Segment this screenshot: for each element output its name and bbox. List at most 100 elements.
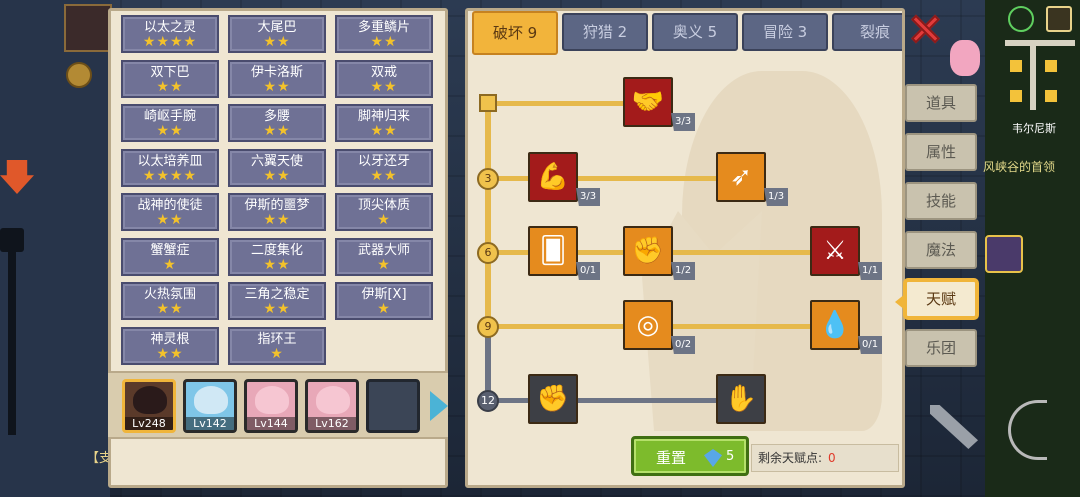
selected-pointer-icon (895, 294, 905, 310)
grip-locked-talent[interactable]: ✋ (716, 374, 766, 424)
card-talent[interactable]: 🂠 (528, 226, 578, 276)
handshake-icon: 🤝 (631, 87, 665, 117)
star-rating: ★★ (263, 256, 291, 273)
map-building (1010, 60, 1022, 72)
star-rating: ★★ (156, 212, 184, 228)
close-icon[interactable] (910, 12, 940, 42)
player-avatar[interactable] (64, 4, 112, 52)
blade-strike-talent[interactable]: ⚔ (810, 226, 860, 276)
tree-root-marker (479, 94, 497, 112)
skill-card[interactable]: 战神的使徒 ★★ (121, 193, 219, 231)
talent-tabs: 破坏 9 狩猎 2 奥义 5 冒险 3 裂痕 (468, 11, 902, 55)
character-slot-4[interactable]: Lv162 (305, 379, 359, 433)
reset-button[interactable]: 重置 5 (631, 436, 749, 476)
talent-track-row1 (488, 101, 628, 106)
fist-locked-talent[interactable]: ✊ (528, 374, 578, 424)
star-rating: ★★ (370, 34, 398, 50)
remaining-points: 剩余天赋点: 0 (751, 444, 899, 472)
muscle-body-talent[interactable]: 💪 (528, 152, 578, 202)
star-rating: ★★ (263, 301, 291, 317)
skill-list-panel: 以太之灵 ★★★★ 大尾巴 ★★ 多重鳞片 ★★ 双下巴 ★★ 伊卡洛斯 ★★ 双戒 ★★ 崎岖手腕 ★★… (108, 8, 448, 488)
remaining-label: 剩余天赋点: (758, 451, 823, 465)
skill-name: 以牙还牙 (357, 153, 410, 169)
side-item-attributes[interactable]: 属性 (905, 133, 977, 171)
character-level: Lv144 (247, 417, 295, 430)
map-building (1045, 60, 1057, 72)
skill-card[interactable]: 武器大师 ★ (335, 237, 433, 276)
drops-talent[interactable]: 💧 (810, 300, 860, 350)
ripple-talent[interactable]: ◎ (623, 300, 673, 350)
ripple-icon: ◎ (636, 310, 660, 340)
skill-card[interactable]: 伊斯的噩梦 ★★ (228, 193, 326, 231)
character-level: Lv162 (308, 417, 356, 430)
potion-icon[interactable] (985, 235, 1023, 273)
skill-card[interactable]: 多重鳞片 ★★ (335, 15, 433, 53)
talent-level-count: 1/1 (858, 262, 883, 280)
character-slot-1[interactable]: Lv248 (122, 379, 176, 433)
star-rating: ★★ (263, 212, 291, 228)
exit-icon[interactable] (1046, 6, 1072, 32)
skill-card[interactable]: 以牙还牙 ★★ (335, 148, 433, 187)
skill-card[interactable]: 大尾巴 ★★ (228, 15, 326, 53)
skill-name: 神灵根 (150, 331, 190, 347)
skill-card[interactable]: 以太之灵 ★★★★ (121, 15, 219, 53)
skill-card[interactable]: 二度集化 ★★ (228, 237, 326, 276)
skill-card[interactable]: 以太培养皿 ★★★★ (121, 148, 219, 187)
tab-rift[interactable]: 裂痕 (832, 13, 902, 51)
skill-name: 伊斯的噩梦 (244, 198, 310, 213)
skill-card[interactable]: 火热氛围 ★★ (121, 282, 219, 320)
coin-icon (66, 62, 92, 88)
next-arrow-icon[interactable] (430, 391, 448, 421)
star-rating: ★★★★ (142, 34, 198, 50)
level-marker-12: 12 (477, 390, 499, 412)
side-item-band[interactable]: 乐团 (905, 329, 977, 367)
skill-card[interactable]: 崎岖手腕 ★★ (121, 104, 219, 142)
star-rating: ★★ (263, 123, 291, 139)
skill-card[interactable]: 指环王 ★ (228, 326, 326, 365)
skill-card[interactable]: 伊斯[X] ★ (335, 282, 433, 320)
skill-name: 顶尖体质 (357, 198, 410, 213)
skill-card[interactable]: 多腰 ★★ (228, 104, 326, 142)
tab-adventure[interactable]: 冒险 3 (742, 13, 828, 51)
punch-icon: ✊ (631, 236, 665, 266)
skill-card[interactable]: 神灵根 ★★ (121, 326, 219, 365)
skill-name: 以太培养皿 (137, 153, 203, 169)
cards-icon: 🂠 (539, 236, 567, 266)
star-rating: ★★ (263, 167, 291, 184)
character-slot-empty[interactable] (366, 379, 420, 433)
skill-card[interactable]: 脚神归来 ★★ (335, 104, 433, 142)
star-rating: ★★ (263, 34, 291, 50)
reset-label: 重置 (656, 449, 687, 467)
character-slot-2[interactable]: Lv142 (183, 379, 237, 433)
side-item-magic[interactable]: 魔法 (905, 231, 977, 269)
side-item-talent-label: 天赋 (925, 290, 956, 308)
talent-level-count: 0/1 (858, 336, 883, 354)
skill-card[interactable]: 三角之稳定 ★★ (228, 282, 326, 320)
talent-level-count: 0/2 (671, 336, 696, 354)
skill-card[interactable]: 蟹蟹症 ★ (121, 237, 219, 276)
character-portrait (255, 386, 289, 414)
character-slot-3[interactable]: Lv144 (244, 379, 298, 433)
skill-name: 双戒 (370, 64, 397, 80)
star-rating: ★★ (156, 301, 184, 317)
talent-level-count: 1/2 (671, 262, 696, 280)
side-item-skills[interactable]: 技能 (905, 182, 977, 220)
skill-card[interactable]: 双下巴 ★★ (121, 59, 219, 98)
tab-hunt[interactable]: 狩猎 2 (562, 13, 648, 51)
star-rating: ★★ (370, 78, 398, 95)
tab-secret[interactable]: 奥义 5 (652, 13, 738, 51)
flaming-arrow-talent[interactable]: ➶ (716, 152, 766, 202)
skill-card[interactable]: 双戒 ★★ (335, 59, 433, 98)
arm-wrestle-talent[interactable]: 🤝 (623, 77, 673, 127)
side-item-items[interactable]: 道具 (905, 84, 977, 122)
skill-card[interactable]: 顶尖体质 ★ (335, 193, 433, 231)
gem-cost: 5 (726, 449, 735, 464)
side-item-talent[interactable]: 天赋 (895, 280, 977, 318)
star-rating: ★★ (263, 78, 291, 95)
skill-card[interactable]: 六翼天使 ★★ (228, 148, 326, 187)
skill-card[interactable]: 伊卡洛斯 ★★ (228, 59, 326, 98)
talent-level-count: 3/3 (576, 188, 601, 206)
fist-punch-talent[interactable]: ✊ (623, 226, 673, 276)
star-rating: ★ (163, 256, 177, 273)
tab-destroy[interactable]: 破坏 9 (472, 11, 558, 55)
